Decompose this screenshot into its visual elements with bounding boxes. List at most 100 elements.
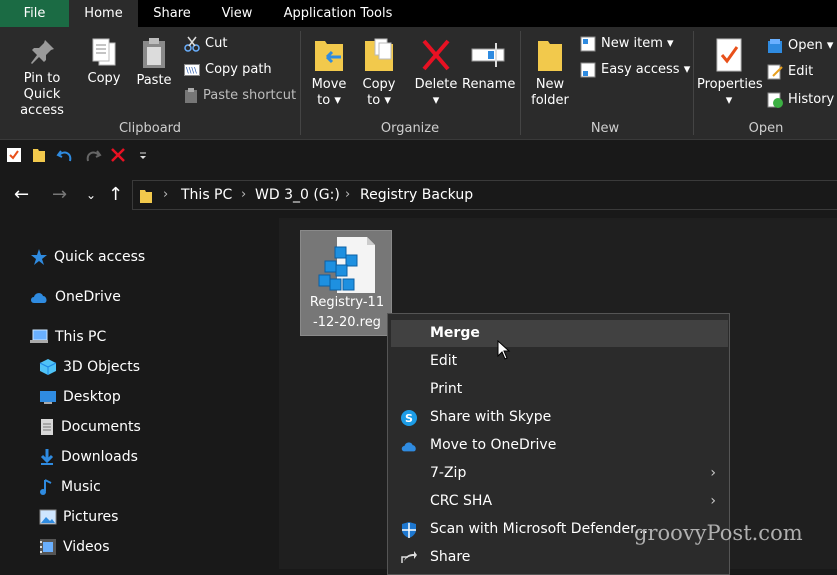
nav-3d-objects[interactable]: 3D Objects xyxy=(39,355,140,379)
film-icon xyxy=(40,539,56,555)
easy-access-button[interactable]: Easy access ▾ xyxy=(580,59,690,81)
cut-button[interactable]: Cut xyxy=(184,33,227,55)
copy-to-button[interactable]: Copy to ▾ xyxy=(356,37,402,109)
breadcrumb-separator-icon: › xyxy=(163,187,169,202)
mouse-cursor-icon xyxy=(497,340,511,360)
rename-icon xyxy=(471,43,505,67)
copy-to-icon xyxy=(365,38,393,71)
menu-item-print[interactable]: Print xyxy=(391,376,728,403)
address-row: ← → ⌄ ↑ › This PC › WD 3_0 (G:) › Regist… xyxy=(0,172,837,218)
nav-this-pc[interactable]: This PC xyxy=(29,325,106,349)
forward-arrow-icon[interactable]: → xyxy=(52,184,67,205)
menu-item-edit[interactable]: Edit xyxy=(391,348,728,375)
nav-onedrive[interactable]: OneDrive xyxy=(29,285,121,309)
edit-button[interactable]: Edit xyxy=(767,61,813,83)
menu-item-move-to-onedrive[interactable]: Move to OneDrive xyxy=(391,432,728,459)
ribbon-separator xyxy=(300,31,301,135)
paste-shortcut-icon xyxy=(185,87,197,103)
cube-icon xyxy=(39,359,57,375)
copy-path-button[interactable]: \\\\ Copy path xyxy=(184,59,272,81)
open-icon xyxy=(768,38,782,53)
undo-icon[interactable] xyxy=(56,147,74,165)
move-to-icon xyxy=(315,41,343,71)
star-icon xyxy=(31,249,47,265)
ribbon-separator xyxy=(520,31,521,135)
submenu-chevron-icon: › xyxy=(710,493,716,509)
menu-item-merge[interactable]: Merge xyxy=(391,320,728,347)
up-arrow-icon[interactable]: ↑ xyxy=(108,184,123,205)
address-bar[interactable]: › This PC › WD 3_0 (G:) › Registry Backu… xyxy=(132,180,837,210)
move-to-button[interactable]: Move to ▾ xyxy=(306,37,352,109)
breadcrumb-drive[interactable]: WD 3_0 (G:) xyxy=(255,187,340,203)
delete-x-icon xyxy=(422,39,450,71)
svg-text:S: S xyxy=(405,412,413,425)
rename-button[interactable]: Rename xyxy=(462,37,515,93)
copy-path-icon: \\\\ xyxy=(184,63,200,76)
delete-small-icon[interactable] xyxy=(110,147,126,163)
paste-shortcut-button[interactable]: Paste shortcut xyxy=(184,85,296,107)
nav-pictures[interactable]: Pictures xyxy=(39,505,118,529)
nav-downloads[interactable]: Downloads xyxy=(39,445,138,469)
copy-icon xyxy=(92,38,116,66)
skype-icon: S xyxy=(401,410,417,426)
nav-videos[interactable]: Videos xyxy=(39,535,110,559)
file-name-label: Registry-11 -12-20.reg xyxy=(309,295,385,330)
back-arrow-icon[interactable]: ← xyxy=(14,184,29,205)
new-folder-button[interactable]: New folder xyxy=(526,37,574,109)
new-group-label: New xyxy=(590,121,620,136)
pin-icon xyxy=(31,40,54,64)
history-button[interactable]: History xyxy=(767,89,834,111)
tab-application-tools[interactable]: Application Tools xyxy=(272,0,404,27)
redo-icon[interactable] xyxy=(84,147,102,165)
tab-file[interactable]: File xyxy=(0,0,69,27)
tab-share[interactable]: Share xyxy=(140,0,204,27)
onedrive-cloud-icon xyxy=(31,293,47,303)
breadcrumb-separator-icon: › xyxy=(345,187,351,202)
properties-button[interactable]: Properties ▾ xyxy=(697,37,763,109)
menu-item-7zip[interactable]: 7-Zip › xyxy=(391,460,728,487)
menu-item-share-with-skype[interactable]: S Share with Skype xyxy=(391,404,728,431)
open-group-label: Open xyxy=(748,121,784,136)
organize-group-label: Organize xyxy=(380,121,440,136)
registry-file-item[interactable]: Registry-11 -12-20.reg xyxy=(300,230,392,336)
nav-desktop[interactable]: Desktop xyxy=(39,385,121,409)
new-item-button[interactable]: New item ▾ xyxy=(580,33,674,55)
ribbon-tabs: File Home Share View Application Tools xyxy=(0,0,837,27)
breadcrumb-this-pc[interactable]: This PC xyxy=(181,187,232,203)
open-button[interactable]: Open ▾ xyxy=(767,35,833,57)
tab-home[interactable]: Home xyxy=(69,0,138,27)
breadcrumb-registry-backup[interactable]: Registry Backup xyxy=(360,187,473,203)
menu-item-crc-sha[interactable]: CRC SHA › xyxy=(391,488,728,515)
paste-button[interactable]: Paste xyxy=(132,37,176,89)
svg-text:\\\\: \\\\ xyxy=(186,66,197,75)
menu-item-share[interactable]: Share xyxy=(391,544,728,571)
clipboard-group-label: Clipboard xyxy=(118,121,182,136)
easy-access-icon xyxy=(580,62,596,77)
download-arrow-icon xyxy=(40,449,54,465)
document-icon xyxy=(41,419,53,435)
folder-icon xyxy=(140,190,152,203)
properties-icon xyxy=(716,38,742,72)
onedrive-cloud-icon xyxy=(401,442,416,452)
quick-access-toolbar xyxy=(0,141,837,171)
defender-shield-icon xyxy=(402,522,416,538)
new-item-icon xyxy=(580,36,596,51)
properties-check-icon[interactable] xyxy=(6,147,22,163)
submenu-chevron-icon: › xyxy=(710,465,716,481)
delete-button[interactable]: Delete ▾ xyxy=(412,37,460,109)
scissors-icon xyxy=(184,36,200,52)
edit-icon xyxy=(767,64,783,79)
registry-file-icon xyxy=(318,237,375,293)
pin-to-quick-access-button[interactable]: Pin to Quick access xyxy=(4,37,80,119)
nav-music[interactable]: Music xyxy=(39,475,101,499)
computer-icon xyxy=(30,329,48,343)
customize-toolbar-icon[interactable] xyxy=(138,151,148,161)
new-folder-small-icon[interactable] xyxy=(32,147,46,163)
nav-quick-access[interactable]: Quick access xyxy=(30,245,145,269)
recent-locations-chevron-icon[interactable]: ⌄ xyxy=(86,188,96,202)
navigation-pane: Quick access OneDrive This PC 3D Objects… xyxy=(0,218,278,569)
copy-button[interactable]: Copy xyxy=(82,37,126,87)
tab-view[interactable]: View xyxy=(207,0,267,27)
nav-documents[interactable]: Documents xyxy=(39,415,141,439)
watermark: groovyPost.com xyxy=(634,521,803,545)
